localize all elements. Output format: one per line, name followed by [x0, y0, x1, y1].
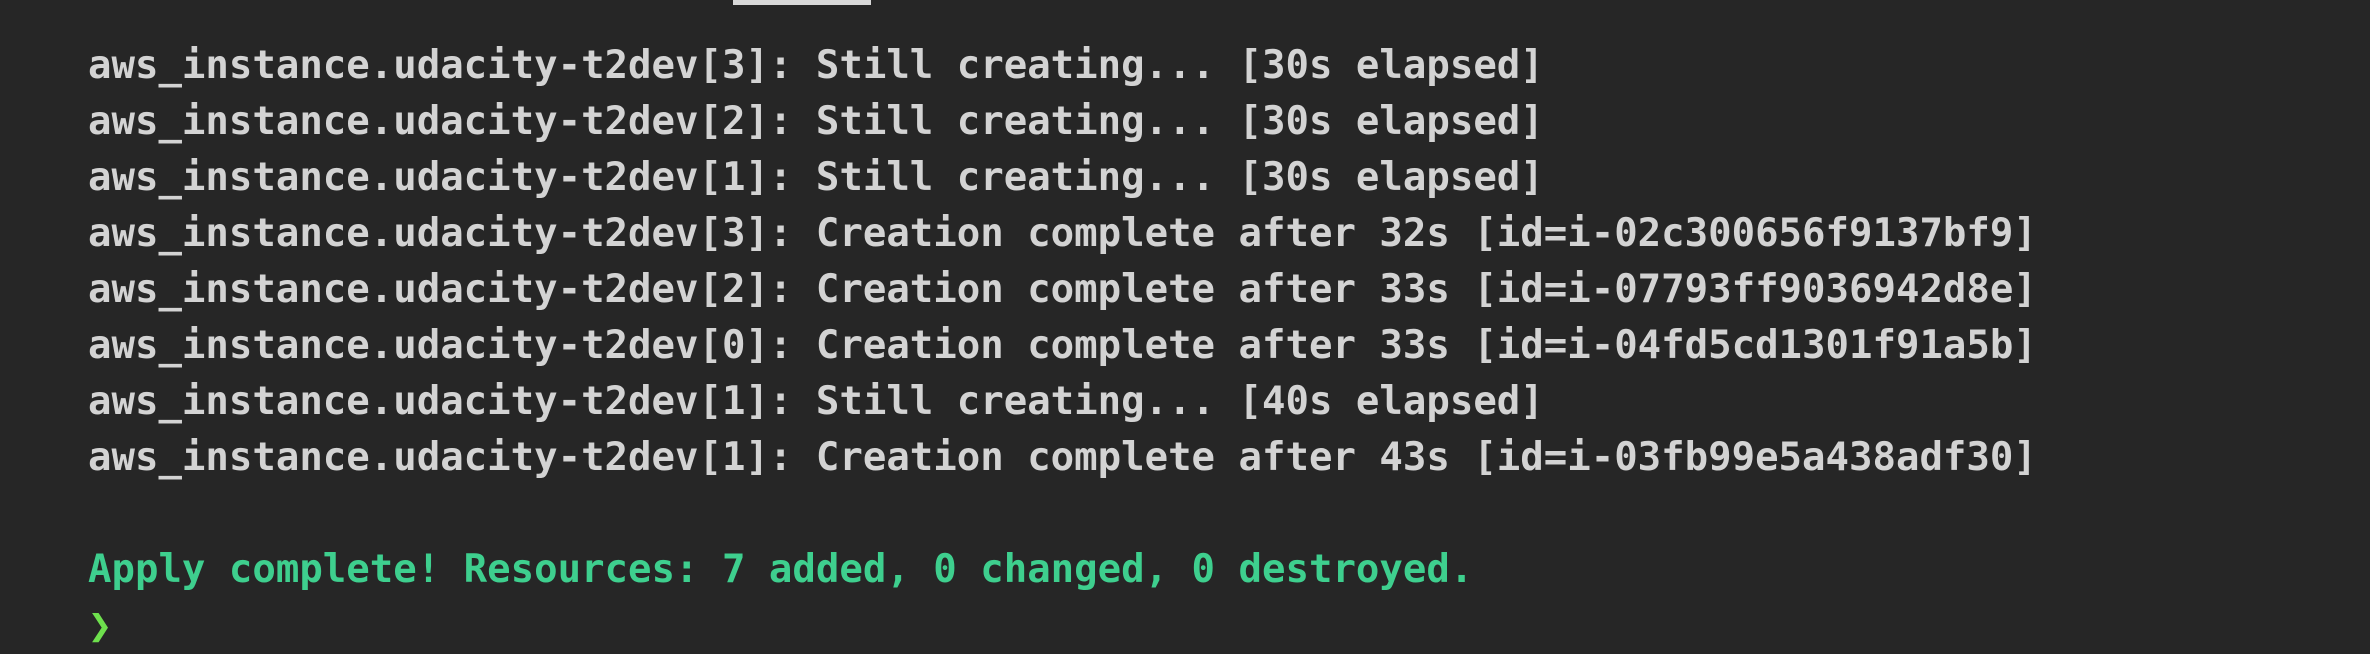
output-line: aws_instance.udacity-t2dev[0]: Creation … — [88, 323, 2037, 368]
terminal-window[interactable]: aws_instance.udacity-t2dev[3]: Still cre… — [0, 0, 2370, 654]
output-line: aws_instance.udacity-t2dev[2]: Creation … — [88, 267, 2037, 312]
prompt-icon[interactable]: ❯ — [88, 598, 2037, 654]
output-line: aws_instance.udacity-t2dev[3]: Still cre… — [88, 43, 1544, 88]
output-line: aws_instance.udacity-t2dev[2]: Still cre… — [88, 99, 1544, 144]
terminal-output: aws_instance.udacity-t2dev[3]: Still cre… — [88, 38, 2037, 654]
tab-indicator — [733, 0, 871, 5]
output-line: aws_instance.udacity-t2dev[1]: Still cre… — [88, 379, 1544, 424]
output-line: aws_instance.udacity-t2dev[1]: Creation … — [88, 435, 2037, 480]
apply-summary: Apply complete! Resources: 7 added, 0 ch… — [88, 547, 1474, 592]
output-line: aws_instance.udacity-t2dev[1]: Still cre… — [88, 155, 1544, 200]
output-line: aws_instance.udacity-t2dev[3]: Creation … — [88, 211, 2037, 256]
